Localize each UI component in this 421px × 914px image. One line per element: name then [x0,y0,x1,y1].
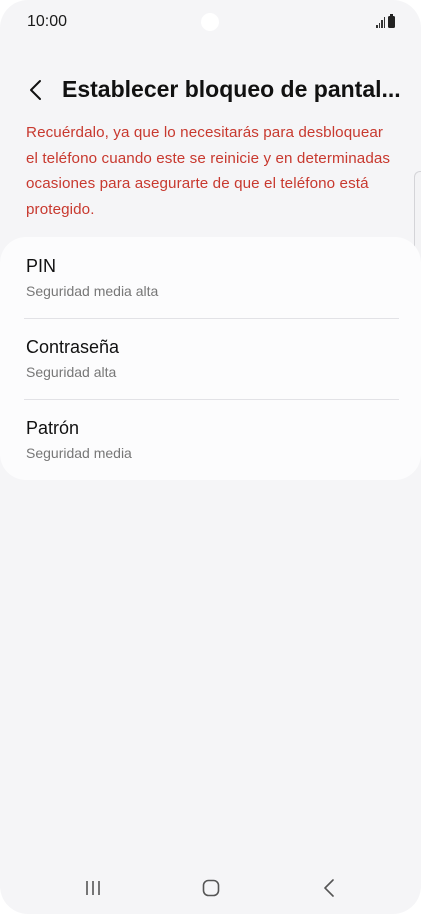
header: Establecer bloqueo de pantal... [0,68,421,112]
nav-back-button[interactable] [309,872,349,904]
chevron-left-icon [30,80,41,100]
signal-icon [376,16,385,28]
navigation-bar [0,866,421,910]
home-icon [202,879,220,897]
option-subtitle: Seguridad alta [26,364,117,380]
option-pattern[interactable]: Patrón Seguridad media [0,399,421,480]
option-subtitle: Seguridad media alta [26,283,159,299]
option-subtitle: Seguridad media [26,445,132,461]
warning-text: Recuérdalo, ya que lo necesitarás para d… [26,124,391,218]
battery-icon [388,14,395,28]
status-time: 10:00 [27,13,68,30]
recents-button[interactable] [73,872,113,904]
status-bar: 10:00 [0,0,421,46]
page-title: Establecer bloqueo de pantal... [62,76,401,102]
status-icons [376,14,395,28]
phone-screen: 10:00 Establecer bloqueo de pantal... Re… [0,0,421,914]
camera-cutout [201,13,219,31]
home-button[interactable] [191,872,231,904]
option-title: Patrón [26,418,80,438]
back-icon [324,879,334,897]
option-pin[interactable]: PIN Seguridad media alta [0,237,421,318]
back-button[interactable] [20,74,52,106]
recents-icon [86,881,100,895]
option-password[interactable]: Contraseña Seguridad alta [0,318,421,399]
option-title: Contraseña [26,337,120,357]
lock-options-card: PIN Seguridad media alta Contraseña Segu… [0,237,421,480]
option-title: PIN [26,256,57,276]
